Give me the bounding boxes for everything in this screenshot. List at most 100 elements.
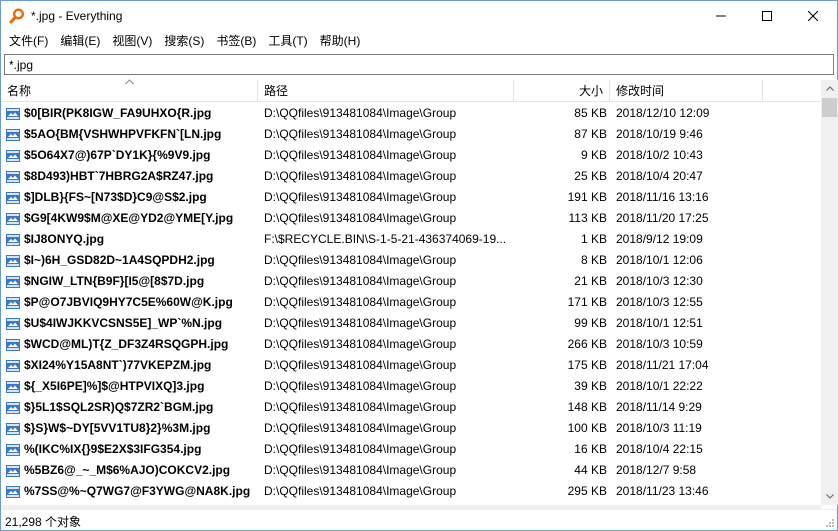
jpg-file-icon: [6, 464, 20, 477]
vertical-scrollbar[interactable]: [821, 80, 838, 505]
sort-ascending-icon: [125, 79, 134, 85]
file-name: $8D493)HBT`7HBRG2A$RZ47.jpg: [24, 169, 214, 183]
column-header: 名称 路径 大小 修改时间: [1, 79, 821, 102]
file-name: $I~)6H_GSD82D~1A4SQPDH2.jpg: [24, 253, 215, 267]
file-path: D:\QQfiles\913481084\Image\Group: [264, 421, 457, 435]
search-box: [4, 54, 834, 75]
file-row[interactable]: $]DLB}{FS~[N73$D}C9@S$2.jpg D:\QQfiles\91…: [1, 187, 821, 208]
search-input[interactable]: [5, 55, 833, 74]
file-name: %7SS@%~Q7WG7@F3YWG@NA8K.jpg: [24, 484, 251, 498]
jpg-file-icon: [6, 191, 20, 204]
file-path: D:\QQfiles\913481084\Image\Group: [264, 400, 457, 414]
column-size-label: 大小: [578, 84, 603, 98]
resize-grip-icon[interactable]: [823, 516, 835, 528]
file-name: $NGIW_LTN{B9F}[I5@[8$7D.jpg: [24, 274, 205, 288]
file-size: 99 KB: [574, 316, 607, 330]
menu-bookmarks[interactable]: 书签(B): [210, 31, 262, 51]
file-row[interactable]: $}5L1$SQL2SR)Q$7ZR2`BGM.jpg D:\QQfiles\91…: [1, 397, 821, 418]
file-name: ${_X5I6PE]%]$@HTPVIXQ]3.jpg: [24, 379, 205, 393]
menu-help[interactable]: 帮助(H): [314, 31, 367, 51]
jpg-file-icon: [6, 380, 20, 393]
everything-window: *.jpg - Everything 文件(F) 编辑(E) 视图(V) 搜索(…: [0, 0, 838, 531]
file-size: 113 KB: [568, 211, 607, 225]
file-name: $U$4IWJKKVCSNS5E]_WP`%N.jpg: [24, 316, 223, 330]
scroll-down-button[interactable]: [821, 488, 838, 505]
file-modified: 2018/10/4 20:47: [616, 169, 703, 183]
file-path: D:\QQfiles\913481084\Image\Group: [264, 379, 457, 393]
file-size: 171 KB: [567, 295, 607, 309]
column-header-size[interactable]: 大小: [514, 80, 610, 102]
file-list: $0[BIR(PK8IGW_FA9UHXO{R.jpg D:\QQfiles\91…: [1, 103, 821, 502]
menu-view[interactable]: 视图(V): [106, 31, 158, 51]
file-row[interactable]: %7SS@%~Q7WG7@F3YWG@NA8K.jpg D:\QQfiles\91…: [1, 481, 821, 502]
file-row[interactable]: $WCD@ML)T{Z_DF3Z4RSQGPH.jpg D:\QQfiles\91…: [1, 334, 821, 355]
file-row[interactable]: $0[BIR(PK8IGW_FA9UHXO{R.jpg D:\QQfiles\91…: [1, 103, 821, 124]
scroll-up-button[interactable]: [821, 80, 838, 97]
maximize-button[interactable]: [744, 1, 790, 31]
file-name-cell: $5AO{BM{VSHWHPVFKFN`[LN.jpg: [5, 124, 257, 145]
jpg-file-icon: [6, 212, 20, 225]
file-size: 175 KB: [567, 358, 607, 372]
object-count: 21,298 个对象: [5, 515, 82, 529]
file-name: $5O64X7@)67P`DY1K}{%9V9.jpg: [24, 148, 211, 162]
file-row[interactable]: $}S}W$~DY[5VV1TU8}2}%3M.jpg D:\QQfiles\91…: [1, 418, 821, 439]
file-modified: 2018/10/3 12:30: [616, 274, 703, 288]
file-modified: 2018/10/3 11:19: [616, 421, 702, 435]
file-row[interactable]: $IJ8ONYQ.jpg F:\$RECYCLE.BIN\S-1-5-21-436…: [1, 229, 821, 250]
file-row[interactable]: $P@O7JBVIQ9HY7C5E%60W@K.jpg D:\QQfiles\91…: [1, 292, 821, 313]
file-size: 16 KB: [574, 442, 607, 456]
file-size: 25 KB: [574, 169, 607, 183]
file-modified: 2018/10/1 12:51: [616, 316, 703, 330]
minimize-icon: [716, 15, 726, 17]
file-size: 87 KB: [574, 127, 607, 141]
chevron-down-icon: [825, 494, 834, 499]
file-modified: 2018/11/21 17:04: [616, 358, 709, 372]
file-path: D:\QQfiles\913481084\Image\Group: [264, 274, 457, 288]
file-row[interactable]: $8D493)HBT`7HBRG2A$RZ47.jpg D:\QQfiles\91…: [1, 166, 821, 187]
menu-edit[interactable]: 编辑(E): [54, 31, 106, 51]
window-title: *.jpg - Everything: [31, 9, 123, 23]
file-name: %(IKC%IX{}9$E2X$3IFG354.jpg: [24, 442, 202, 456]
file-row[interactable]: $5AO{BM{VSHWHPVFKFN`[LN.jpg D:\QQfiles\91…: [1, 124, 821, 145]
file-name: $WCD@ML)T{Z_DF3Z4RSQGPH.jpg: [24, 337, 229, 351]
file-modified: 2018/10/4 22:15: [616, 442, 703, 456]
file-name: $IJ8ONYQ.jpg: [24, 232, 105, 246]
column-header-name[interactable]: 名称: [1, 79, 258, 102]
file-name-cell: $NGIW_LTN{B9F}[I5@[8$7D.jpg: [5, 271, 257, 292]
column-path-label: 路径: [264, 84, 289, 98]
minimize-button[interactable]: [698, 1, 744, 31]
file-row[interactable]: %5BZ6@_~_M$6%AJO)COKCV2.jpg D:\QQfiles\91…: [1, 460, 821, 481]
file-row[interactable]: $5O64X7@)67P`DY1K}{%9V9.jpg D:\QQfiles\91…: [1, 145, 821, 166]
status-bar: 21,298 个对象: [1, 509, 837, 530]
file-size: 295 KB: [567, 484, 607, 498]
file-modified: 2018/11/20 17:25: [616, 211, 709, 225]
file-name-cell: $U$4IWJKKVCSNS5E]_WP`%N.jpg: [5, 313, 257, 334]
file-path: D:\QQfiles\913481084\Image\Group: [264, 484, 457, 498]
menu-file[interactable]: 文件(F): [3, 31, 54, 51]
jpg-file-icon: [6, 317, 20, 330]
menu-bar: 文件(F) 编辑(E) 视图(V) 搜索(S) 书签(B) 工具(T) 帮助(H…: [1, 31, 837, 51]
scroll-thumb[interactable]: [822, 98, 837, 117]
file-row[interactable]: $NGIW_LTN{B9F}[I5@[8$7D.jpg D:\QQfiles\91…: [1, 271, 821, 292]
file-name: $]DLB}{FS~[N73$D}C9@S$2.jpg: [24, 190, 207, 204]
jpg-file-icon: [6, 170, 20, 183]
column-name-label: 名称: [7, 84, 32, 98]
file-row[interactable]: $U$4IWJKKVCSNS5E]_WP`%N.jpg D:\QQfiles\91…: [1, 313, 821, 334]
close-button[interactable]: [790, 1, 836, 31]
file-size: 85 KB: [574, 106, 607, 120]
chevron-up-icon: [825, 86, 834, 91]
file-row[interactable]: $I~)6H_GSD82D~1A4SQPDH2.jpg D:\QQfiles\91…: [1, 250, 821, 271]
file-row[interactable]: %(IKC%IX{}9$E2X$3IFG354.jpg D:\QQfiles\91…: [1, 439, 821, 460]
file-modified: 2018/10/3 10:59: [616, 337, 703, 351]
file-row[interactable]: ${_X5I6PE]%]$@HTPVIXQ]3.jpg D:\QQfiles\91…: [1, 376, 821, 397]
file-path: D:\QQfiles\913481084\Image\Group: [264, 295, 457, 309]
file-row[interactable]: $XI24%Y15A8NT`)77VKEPZM.jpg D:\QQfiles\91…: [1, 355, 821, 376]
column-header-path[interactable]: 路径: [258, 80, 514, 102]
column-header-modified[interactable]: 修改时间: [610, 80, 763, 102]
jpg-file-icon: [6, 296, 20, 309]
menu-tools[interactable]: 工具(T): [262, 31, 313, 51]
menu-search[interactable]: 搜索(S): [158, 31, 210, 51]
file-row[interactable]: $G9[4KW9$M@XE@YD2@YME[Y.jpg D:\QQfiles\91…: [1, 208, 821, 229]
file-path: D:\QQfiles\913481084\Image\Group: [264, 169, 457, 183]
file-name-cell: $I~)6H_GSD82D~1A4SQPDH2.jpg: [5, 250, 257, 271]
